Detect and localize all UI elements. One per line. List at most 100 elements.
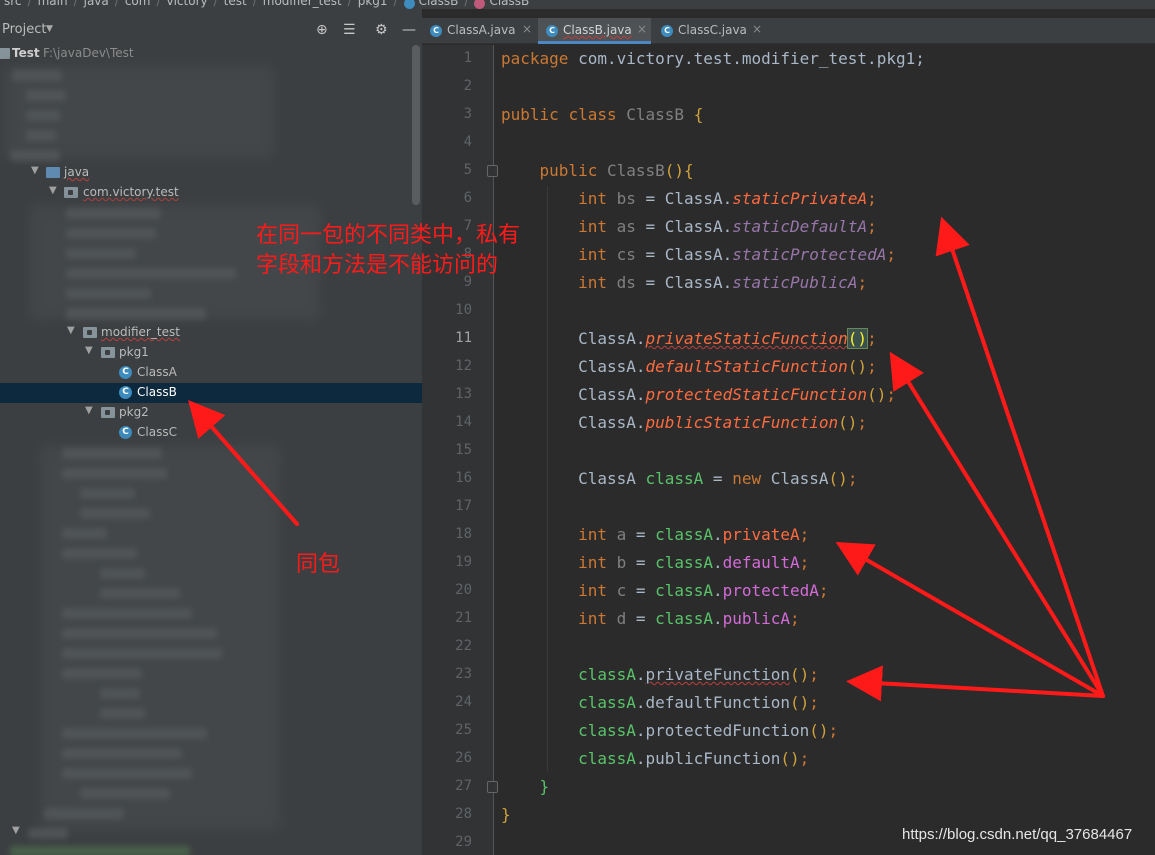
line-number: 20 [455, 582, 472, 598]
annotation-note-same-package: 同包 [296, 552, 341, 577]
project-panel-scrollbar[interactable] [412, 45, 420, 205]
tree-item-classb[interactable]: C ClassB [0, 383, 422, 403]
tree-item-classa[interactable]: C ClassA [0, 363, 422, 383]
breadcrumb-item-test[interactable]: test [224, 0, 247, 8]
collapse-all-icon[interactable]: ☰ [343, 22, 356, 38]
fold-marker-icon[interactable] [487, 781, 498, 793]
breadcrumb-item-classb-constructor[interactable]: ClassB [489, 0, 529, 8]
tree-item-java[interactable]: ▼ java [0, 163, 422, 183]
breadcrumb-item-main[interactable]: main [38, 0, 68, 8]
tree-item-package[interactable]: ▼ com.victory.test [0, 183, 422, 203]
close-icon[interactable]: × [637, 22, 647, 36]
tree-item-modifier-test[interactable]: ▼ modifier_test [0, 323, 422, 343]
expand-arrow-icon[interactable]: ▼ [67, 325, 75, 336]
code-token: protectedA [722, 581, 819, 600]
tab-classc[interactable]: C ClassC.java × [653, 18, 767, 44]
project-panel-title[interactable]: Project [2, 22, 46, 37]
code-line-6: int bs = ClassA.staticPrivateA; [578, 189, 877, 208]
tree-item-pkg2[interactable]: ▼ pkg2 [0, 403, 422, 423]
tree-item-label: pkg1 [119, 345, 149, 359]
line-number: 25 [455, 722, 472, 738]
breadcrumb-item-pkg1[interactable]: pkg1 [358, 0, 388, 8]
annotation-note-line: 在同一包的不同类中，私有 [256, 223, 521, 248]
expand-arrow-icon[interactable]: ▼ [49, 185, 57, 196]
breadcrumb-item-classb[interactable]: ClassB [419, 0, 459, 8]
expand-arrow-icon[interactable]: ▼ [12, 825, 20, 836]
chevron-down-icon[interactable]: ▼ [46, 24, 53, 34]
blurred-row [100, 588, 180, 599]
blurred-row [66, 228, 156, 239]
annotation-arrow [846, 665, 1105, 702]
code-token: as [616, 217, 636, 236]
code-line-27: } [501, 776, 550, 798]
code-token: ClassA [578, 413, 636, 432]
code-token: classA [578, 721, 636, 740]
expand-arrow-icon[interactable]: ▼ [85, 345, 93, 356]
code-line-11: ClassA.privateStaticFunction(); [578, 328, 877, 349]
line-number: 1 [463, 50, 472, 66]
tree-item-label: pkg2 [119, 405, 149, 419]
crosshair-icon[interactable]: ⊕ [316, 22, 328, 38]
code-line-12: ClassA.defaultStaticFunction(); [578, 357, 877, 376]
tab-classb[interactable]: C ClassB.java × [538, 18, 651, 44]
breadcrumb-item-com[interactable]: com [125, 0, 151, 8]
line-number: 23 [455, 666, 472, 682]
tab-label: ClassC.java [678, 23, 747, 37]
blurred-row [62, 608, 192, 619]
code-token: protectedStaticFunction [645, 385, 868, 404]
blurred-row [62, 768, 192, 779]
editor-tabs: C ClassA.java × C ClassB.java × C ClassC… [422, 18, 1155, 44]
close-icon[interactable]: × [522, 22, 532, 36]
code-line-13: ClassA.protectedStaticFunction(); [578, 385, 896, 404]
code-token: privateFunction [645, 665, 791, 684]
tab-label: ClassA.java [447, 23, 516, 37]
code-token: int [578, 189, 607, 208]
tree-item-classc[interactable]: C ClassC [0, 423, 422, 443]
minimize-icon[interactable]: — [402, 22, 416, 38]
code-token: public [501, 105, 559, 124]
breadcrumb-item-java[interactable]: java [84, 0, 109, 8]
code-token: ClassA [578, 385, 636, 404]
breadcrumb-item-modifier-test[interactable]: modifier_test [263, 0, 342, 8]
blurred-row [12, 70, 62, 81]
breadcrumb-item-src[interactable]: src [4, 0, 22, 8]
code-token: int [578, 245, 607, 264]
fold-marker-icon[interactable] [487, 165, 498, 177]
code-token: ClassA [664, 245, 723, 264]
expand-arrow-icon[interactable]: ▼ [85, 405, 93, 416]
code-token: privateStaticFunction [645, 329, 848, 348]
code-token: ClassA [664, 273, 723, 292]
code-token: } [539, 777, 550, 796]
code-line-7: int as = ClassA.staticDefaultA; [578, 217, 877, 236]
tab-classa[interactable]: C ClassA.java × [422, 18, 536, 44]
line-number: 17 [455, 498, 472, 514]
line-number: 19 [455, 554, 472, 570]
breadcrumb-item-victory[interactable]: victory [167, 0, 208, 8]
close-icon[interactable]: × [752, 22, 762, 36]
gear-icon[interactable]: ⚙ [375, 22, 388, 38]
watermark: https://blog.csdn.net/qq_37684467 [902, 826, 1133, 843]
expand-arrow-icon[interactable]: ▼ [31, 165, 39, 176]
class-icon: C [119, 366, 132, 379]
module-folder-icon [0, 48, 10, 59]
package-folder-icon [83, 327, 97, 338]
tree-root-test[interactable]: Test F:\javaDev\Test [0, 44, 422, 64]
blurred-row [28, 828, 68, 839]
line-number: 5 [463, 162, 472, 178]
blurred-row [66, 308, 206, 319]
code-token: b [616, 553, 627, 572]
code-token: ClassA [578, 357, 636, 376]
line-number: 22 [455, 638, 472, 654]
code-token: int [578, 553, 607, 572]
code-token: staticPublicA [732, 273, 858, 292]
code-token: ClassA [664, 189, 723, 208]
annotation-note-line: 字段和方法是不能访问的 [256, 253, 499, 278]
blurred-row [62, 628, 217, 639]
tree-item-pkg1[interactable]: ▼ pkg1 [0, 343, 422, 363]
text-cursor: () [846, 328, 869, 349]
class-icon: C [546, 25, 558, 37]
code-line-20: int c = classA.protectedA; [578, 581, 829, 600]
blurred-row [26, 110, 60, 121]
blurred-row [66, 248, 136, 259]
code-token: staticProtectedA [732, 245, 887, 264]
